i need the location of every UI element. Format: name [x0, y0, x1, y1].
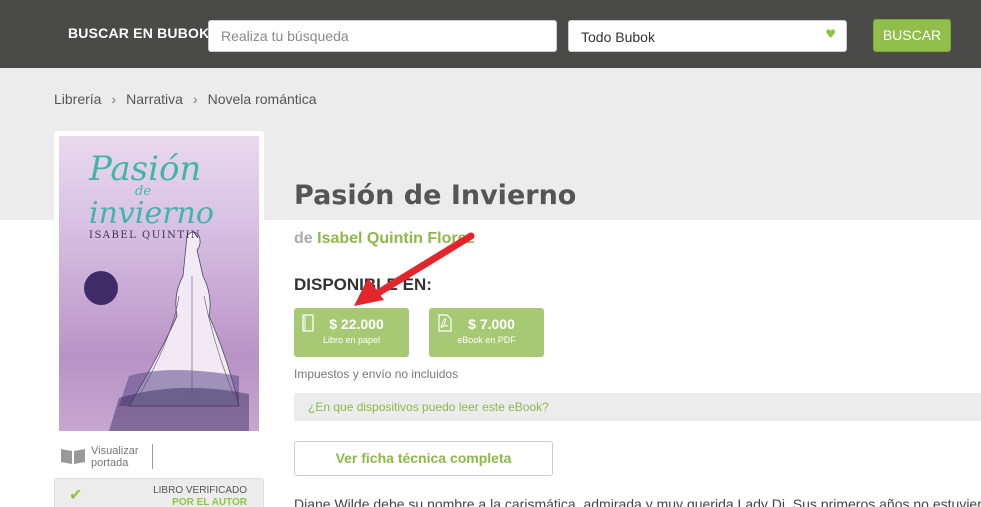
check-icon: ✔ [69, 485, 83, 504]
search-button[interactable]: BUSCAR [873, 19, 951, 52]
breadcrumb-separator: › [111, 91, 117, 107]
paper-label: Libro en papel [322, 335, 381, 345]
author-prefix: de [294, 230, 313, 247]
cover-seal [84, 271, 118, 305]
tech-sheet-button[interactable]: Ver ficha técnica completa [294, 441, 553, 476]
taxes-note: Impuestos y envío no incluidos [294, 367, 459, 381]
book-description: Diane Wilde debe su nombre a la carismát… [294, 496, 981, 507]
chevron-down-icon: ♥ [825, 27, 836, 41]
breadcrumb-item-narrativa[interactable]: Narrativa [126, 91, 183, 107]
buy-pdf-button[interactable]: $ 7.000 eBook en PDF [429, 308, 544, 357]
open-book-icon [61, 449, 85, 464]
book-cover[interactable]: Pasión de invierno ISABEL QUINTIN [54, 131, 264, 436]
author-link[interactable]: Isabel Quintin Florez [317, 230, 474, 247]
breadcrumb-separator: › [192, 91, 198, 107]
book-title: Pasión de Invierno [294, 180, 577, 211]
breadcrumb-item-novela-romantica[interactable]: Novela romántica [208, 91, 317, 107]
breadcrumb: Librería › Narrativa › Novela romántica [54, 91, 317, 107]
devices-link[interactable]: ¿En que dispositivos puedo leer este eBo… [308, 400, 549, 414]
search-label: BUSCAR EN BUBOK [68, 25, 210, 41]
devices-box: ¿En que dispositivos puedo leer este eBo… [294, 393, 981, 421]
pdf-price: $ 7.000 [468, 316, 515, 332]
book-author-line: de Isabel Quintin Florez [294, 230, 474, 248]
cover-image: Pasión de invierno ISABEL QUINTIN [59, 136, 259, 431]
cover-title-line1: Pasión [89, 149, 202, 189]
verified-badge: ✔ LIBRO VERIFICADO POR EL AUTOR [54, 478, 264, 507]
search-scope-select[interactable]: Todo Bubok ♥ [568, 20, 847, 52]
cover-title-line2: invierno [89, 196, 214, 231]
verified-line2: POR EL AUTOR [172, 497, 247, 507]
verified-line1: LIBRO VERIFICADO [153, 485, 247, 496]
pdf-label: eBook en PDF [457, 335, 516, 345]
available-label: DISPONIBLE EN: [294, 275, 432, 294]
search-bar: BUSCAR EN BUBOK Todo Bubok ♥ BUSCAR [0, 0, 981, 68]
search-scope-value: Todo Bubok [581, 29, 655, 45]
visualize-cover-label: Visualizar portada [91, 445, 139, 469]
search-input[interactable] [208, 20, 557, 52]
breadcrumb-item-libreria[interactable]: Librería [54, 91, 101, 107]
cover-author: ISABEL QUINTIN [89, 230, 202, 241]
buy-paper-button[interactable]: $ 22.000 Libro en papel [294, 308, 409, 357]
divider [152, 444, 153, 469]
paper-price: $ 22.000 [329, 316, 384, 332]
